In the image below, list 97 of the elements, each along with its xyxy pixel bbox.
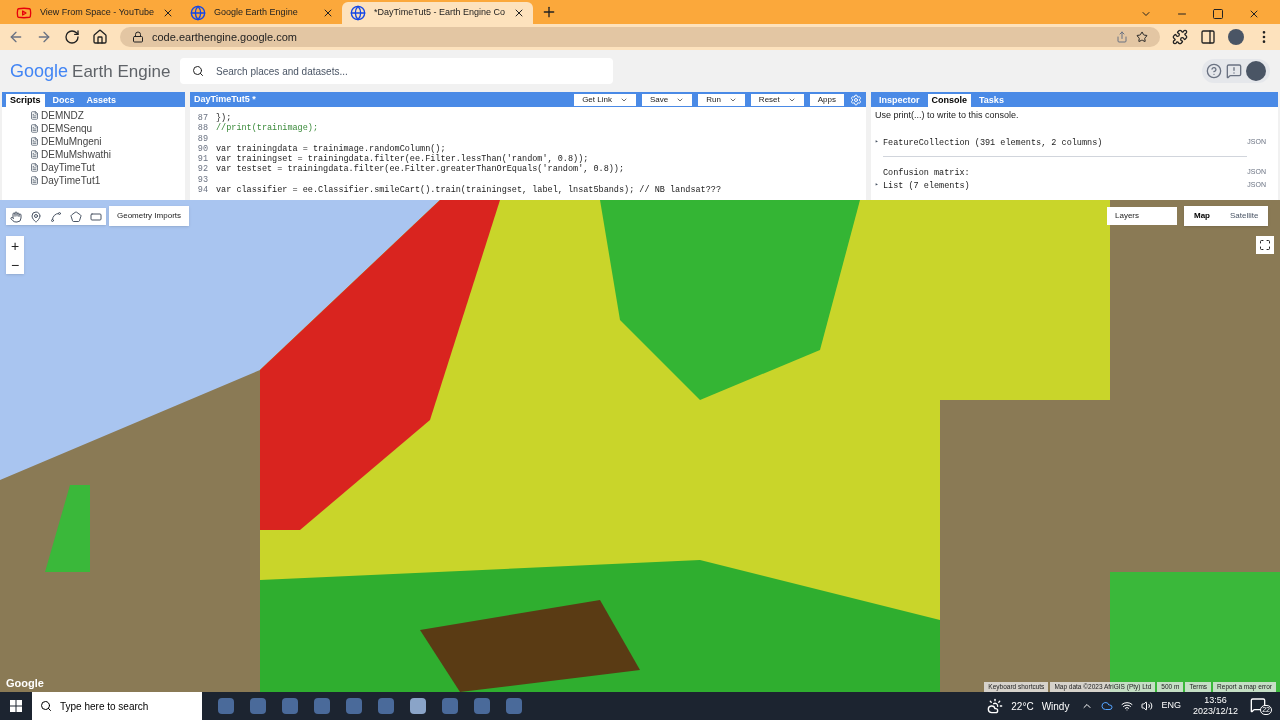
network-icon[interactable] [1121,700,1134,712]
code-line: //print(trainimage); [216,123,319,134]
globe-icon [350,5,367,21]
zoom-in-button[interactable]: + [6,236,24,255]
cloud-icon[interactable] [1101,700,1114,712]
back-icon[interactable] [8,29,24,45]
script-item[interactable]: DayTimeTut [41,160,95,175]
script-title: DayTimeTut5 * [194,92,257,106]
script-item[interactable]: DEMSenqu [41,121,93,136]
map-type-button[interactable]: Satellite [1220,206,1269,226]
profile-avatar[interactable] [1228,29,1244,45]
logo-product: Earth Engine [72,60,171,83]
url-text: code.earthengine.google.com [152,29,298,45]
search-input[interactable]: Search places and datasets... [216,63,601,79]
volume-icon[interactable] [1141,700,1154,712]
file-icon [30,176,39,185]
editor-button[interactable]: Save [641,93,693,106]
bookmark-star-icon[interactable] [1136,31,1148,43]
address-bar[interactable]: code.earthengine.google.com [120,27,1160,47]
weather-text: Windy [1041,699,1070,714]
clock-time[interactable]: 13:56 [1204,695,1227,706]
code-line: var trainingdata = trainimage.randomColumn(); [216,143,446,154]
search-icon [192,65,204,77]
search-field[interactable]: Search places and datasets... [180,58,613,84]
tab-title: Google Earth Engine [214,6,299,20]
windows-logo-icon [10,700,22,712]
panel-tab[interactable]: Console [927,94,972,107]
tab-title: View From Space - YouTube [40,6,155,20]
taskbar-search-field[interactable]: Type here to search [32,692,202,720]
line-number: 90 [196,143,209,155]
file-icon [30,137,39,146]
temperature-text: 22°C [1011,699,1034,714]
home-icon[interactable] [92,29,108,45]
console-hint: Use print(...) to write to this console. [874,109,1020,122]
close-icon[interactable] [1248,8,1260,20]
help-icon[interactable] [1206,63,1222,79]
layers-button[interactable]: Layers [1107,207,1177,225]
reload-icon[interactable] [64,29,80,45]
browser-tab[interactable]: *DayTimeTut5 - Earth Engine Co [342,2,533,24]
pan-tool-icon[interactable] [10,210,22,223]
script-item[interactable]: DEMNDZ [41,108,84,123]
editor-button[interactable]: Run [698,93,745,106]
script-item[interactable]: DayTimeTut1 [41,173,101,188]
file-icon [30,111,39,120]
share-icon[interactable] [1116,31,1128,43]
settings-icon[interactable] [850,93,862,106]
editor-button[interactable]: Get Link [574,93,636,106]
line-number: 92 [196,164,209,175]
rectangle-tool-icon[interactable] [90,210,102,223]
forward-icon[interactable] [36,29,52,45]
code-line: }); [216,113,232,123]
search-icon [40,700,52,712]
zoom-out-button[interactable]: − [6,255,24,274]
polygon-tool-icon[interactable] [70,210,82,223]
panel-tab[interactable]: Scripts [6,94,45,107]
console-entry: Confusion matrix: [883,166,971,180]
console-entry[interactable]: FeatureCollection (391 elements, 2 columns) [883,136,1248,157]
script-item[interactable]: DEMuMngeni [41,134,102,149]
editor-button[interactable]: Apps [809,93,844,106]
line-tool-icon[interactable] [50,210,62,223]
lock-icon [132,31,144,43]
line-number: 89 [196,133,209,144]
taskbar-search-placeholder: Type here to search [60,699,149,714]
weather-icon[interactable] [987,698,1004,714]
geometry-imports-button[interactable]: Geometry Imports [109,206,189,226]
restore-icon[interactable] [1212,8,1224,20]
tab-title: *DayTimeTut5 - Earth Engine Co [374,6,505,20]
editor-button[interactable]: Reset [750,93,804,106]
browser-tab[interactable]: View From Space - YouTube [8,2,183,24]
side-panel-icon[interactable] [1200,29,1216,45]
feedback-icon[interactable] [1226,63,1242,79]
file-icon [30,150,39,159]
marker-tool-icon[interactable] [30,210,42,223]
code-line: var classifier = ee.Classifier.smileCart().train(trainingset, label, lnsat5bands); // NB landsat??? [216,185,721,196]
map-type-button[interactable]: Map [1184,206,1220,226]
fullscreen-button[interactable] [1256,236,1274,254]
line-number: 87 [196,113,209,124]
script-item[interactable]: DEMuMshwathi [41,147,112,162]
code-line: var testset = trainingdata.filter(ee.Filter.greaterThanOrEquals('random', 0.8)); [216,164,625,175]
console-entry[interactable]: List (7 elements) [883,179,1248,193]
code-line: var trainingset = trainingdata.filter(ee.Filter.lessThan('random', 0.8)); [216,154,589,165]
logo-brand: Google [10,59,69,83]
language-text[interactable]: ENG [1161,699,1181,713]
line-number: 91 [196,154,209,165]
map-logo: Google [6,675,44,691]
profile-avatar[interactable] [1246,61,1266,81]
clock-date[interactable]: 2023/12/12 [1192,706,1238,717]
browser-tab[interactable]: Google Earth Engine [182,2,343,24]
file-icon [30,124,39,133]
fullscreen-icon [1259,239,1271,251]
line-number: 93 [196,174,209,186]
line-number: 88 [196,123,209,134]
video-icon [16,5,32,21]
extensions-icon[interactable] [1172,29,1188,45]
line-number: 94 [196,185,209,196]
globe-icon [190,5,207,21]
file-icon [30,163,39,172]
